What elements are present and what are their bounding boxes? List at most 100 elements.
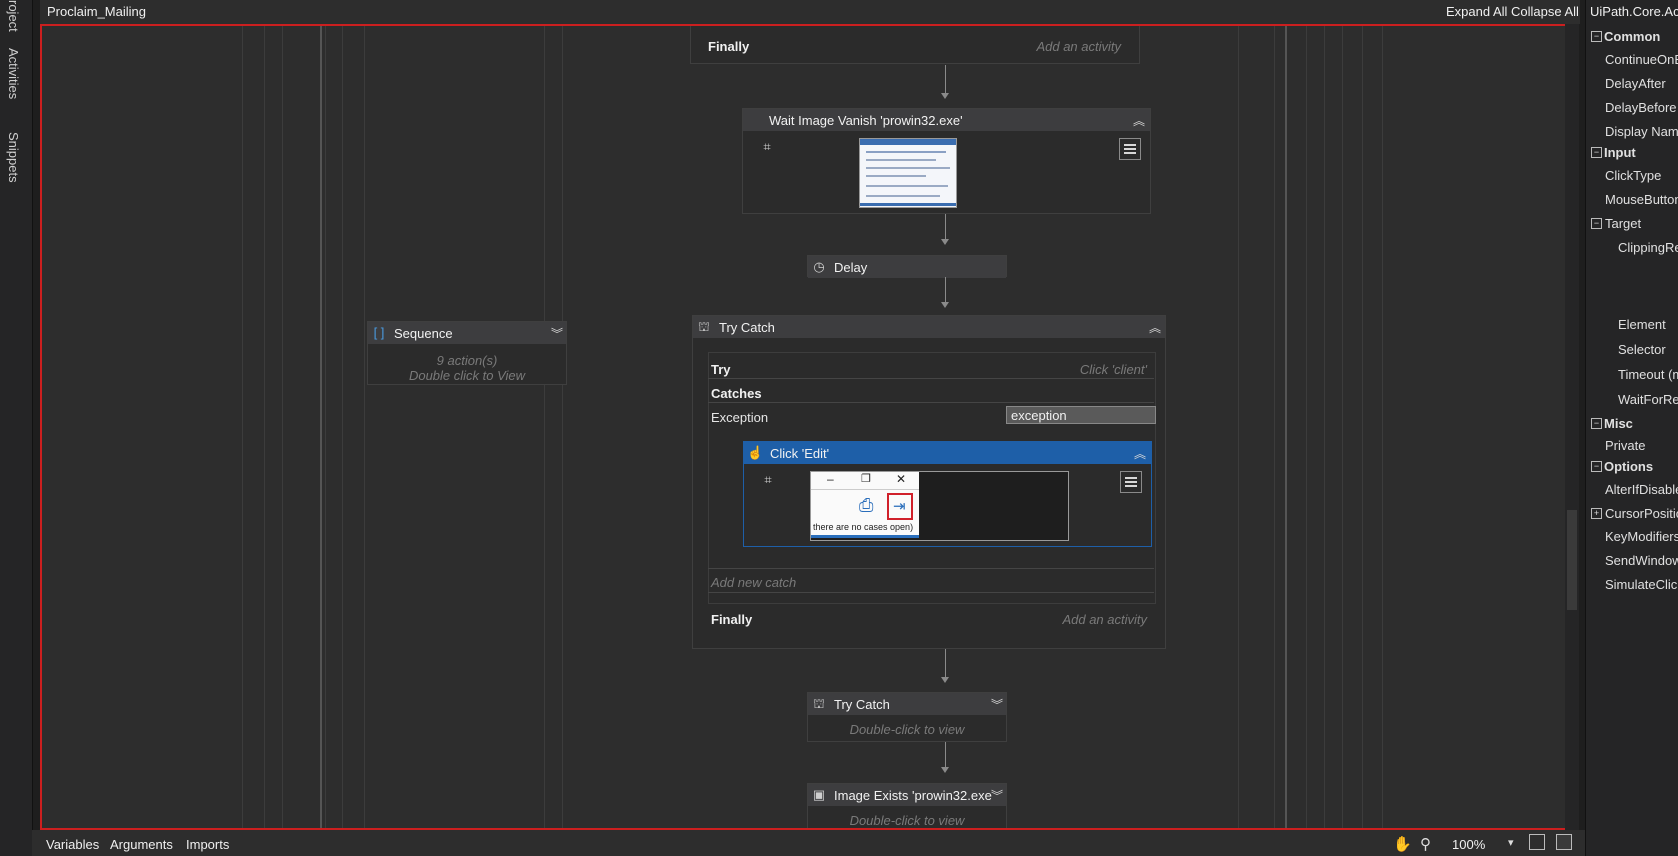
preview-caption: there are no cases open) — [813, 522, 914, 532]
collapse-box-icon[interactable]: − — [1591, 218, 1602, 229]
prop-row[interactable]: ClickType — [1590, 168, 1678, 192]
click-edit-activity[interactable]: ☝ Click 'Edit' ︽ ⌗ – ❐ ✕ ⎙ ⇥ there are n… — [743, 441, 1152, 547]
click-edit-header[interactable]: ☝ Click 'Edit' ︽ — [744, 442, 1151, 464]
image-preview — [859, 138, 957, 208]
pan-hand-icon[interactable]: ✋ — [1393, 835, 1412, 853]
finally-add-activity-hint[interactable]: Add an activity — [1062, 612, 1147, 627]
collapse-box-icon[interactable]: − — [1591, 31, 1602, 42]
tab-snippets[interactable]: Snippets — [6, 132, 21, 183]
prop-row[interactable]: Element — [1590, 317, 1678, 341]
collapse-box-icon[interactable]: − — [1591, 461, 1602, 472]
prop-category-options[interactable]: Options — [1590, 459, 1678, 483]
connector — [945, 277, 946, 304]
sequence-activity[interactable]: [ ] Sequence ︾ 9 action(s) Double click … — [367, 321, 567, 385]
prop-row[interactable]: ContinueOnEr — [1590, 52, 1678, 76]
prop-row[interactable]: Timeout (m — [1590, 367, 1678, 391]
collapse-chevron-icon[interactable]: ︽ — [1134, 445, 1146, 462]
tab-activities[interactable]: Activities — [6, 48, 21, 99]
sequence-header[interactable]: [ ] Sequence ︾ — [368, 322, 566, 344]
canvas-scrollbar-thumb[interactable] — [1567, 510, 1577, 610]
try-catch-activity-collapsed[interactable]: ⛫ Try Catch ︾ Double-click to view — [807, 692, 1007, 742]
delay-activity[interactable]: ◷ Delay — [807, 255, 1007, 278]
finally-label: Finally — [708, 39, 750, 54]
divider — [708, 568, 1154, 569]
try-catch-header[interactable]: ⛫ Try Catch ︽ — [693, 316, 1165, 338]
delay-title: Delay — [834, 260, 868, 275]
finally-block-top[interactable]: Finally Add an activity — [690, 26, 1140, 64]
designer-canvas[interactable]: [ ] Sequence ︾ 9 action(s) Double click … — [40, 24, 1579, 830]
nesting-line — [364, 26, 365, 828]
nesting-line — [562, 26, 563, 828]
exception-variable-field[interactable]: exception — [1006, 406, 1156, 424]
activity-menu-button[interactable] — [1120, 471, 1142, 493]
tab-project[interactable]: roject — [6, 0, 21, 32]
collapse-box-icon[interactable]: − — [1591, 418, 1602, 429]
printer-icon: ⎙ — [859, 495, 874, 515]
image-exists-header[interactable]: ▣ Image Exists 'prowin32.exe ︾ — [808, 784, 1006, 806]
designer-bottom-bar — [32, 830, 1585, 856]
prop-row[interactable]: ClippingReg — [1590, 240, 1678, 264]
prop-row[interactable]: AlterIfDisable — [1590, 482, 1678, 506]
prop-row[interactable]: Selector — [1590, 342, 1678, 366]
expand-chevron-icon[interactable]: ︾ — [991, 696, 1003, 713]
connector-arrow — [941, 767, 949, 773]
sequence-hint: Double click to View — [408, 368, 526, 383]
prop-row[interactable]: WaitForRea — [1590, 392, 1678, 416]
workflow-title: Proclaim_Mailing — [47, 4, 146, 19]
click-hand-icon: ☝ — [747, 445, 764, 460]
expand-chevron-icon[interactable]: ︾ — [551, 325, 563, 342]
image-exists-title: Image Exists 'prowin32.exe — [834, 788, 992, 803]
variables-tab[interactable]: Variables — [46, 837, 99, 852]
indicate-on-screen-icon[interactable]: ⌗ — [760, 472, 776, 488]
imports-tab[interactable]: Imports — [186, 837, 229, 852]
delay-header[interactable]: ◷ Delay — [808, 256, 1006, 278]
add-new-catch-link[interactable]: Add new catch — [711, 575, 796, 590]
prop-row[interactable]: KeyModifiers — [1590, 529, 1678, 553]
divider — [708, 378, 1154, 379]
prop-row[interactable]: SimulateClick — [1590, 577, 1678, 601]
prop-row[interactable]: DelayAfter — [1590, 76, 1678, 100]
prop-category-common[interactable]: Common — [1590, 29, 1678, 53]
expand-chevron-icon[interactable]: ︾ — [991, 787, 1003, 804]
prop-row-target[interactable]: Target — [1590, 216, 1678, 240]
prop-category-misc[interactable]: Misc — [1590, 416, 1678, 440]
canvas-scrollbar[interactable] — [1565, 24, 1579, 830]
fit-to-screen-icon[interactable] — [1529, 834, 1545, 850]
clock-icon: ◷ — [813, 259, 825, 274]
overview-icon[interactable] — [1556, 834, 1572, 850]
prop-row[interactable]: CursorPosition — [1590, 506, 1678, 530]
image-exists-activity[interactable]: ▣ Image Exists 'prowin32.exe ︾ Double-cl… — [807, 783, 1007, 828]
try-catch-2-header[interactable]: ⛫ Try Catch ︾ — [808, 693, 1006, 715]
indicate-on-screen-icon[interactable]: ⌗ — [759, 139, 775, 155]
arguments-tab[interactable]: Arguments — [110, 837, 173, 852]
connector — [945, 649, 946, 679]
add-activity-hint[interactable]: Add an activity — [1036, 39, 1121, 54]
try-hint[interactable]: Click 'client' — [1080, 362, 1147, 377]
try-catch-activity[interactable]: ⛫ Try Catch ︽ Try Click 'client' Catches… — [692, 315, 1166, 649]
minimize-icon: – — [827, 472, 834, 486]
zoom-search-icon[interactable]: ⚲ — [1420, 835, 1431, 853]
exit-icon: ⇥ — [893, 498, 906, 515]
properties-title: UiPath.Core.Activ — [1590, 4, 1678, 19]
try-catch-2-title: Try Catch — [834, 697, 890, 712]
collapse-chevron-icon[interactable]: ︽ — [1133, 112, 1145, 129]
wait-image-vanish-activity[interactable]: Wait Image Vanish 'prowin32.exe' ︽ ⌗ — [742, 108, 1151, 214]
collapse-box-icon[interactable]: − — [1591, 147, 1602, 158]
exception-label: Exception — [711, 410, 769, 425]
prop-category-input[interactable]: Input — [1590, 145, 1678, 169]
expand-box-icon[interactable]: + — [1591, 508, 1602, 519]
prop-row[interactable]: MouseButton — [1590, 192, 1678, 216]
collapse-all-link[interactable]: Collapse All — [1511, 4, 1579, 19]
wait-image-title: Wait Image Vanish 'prowin32.exe' — [769, 113, 963, 128]
collapse-chevron-icon[interactable]: ︽ — [1149, 319, 1161, 336]
try-catch-2-hint: Double-click to view — [849, 722, 965, 737]
prop-row[interactable]: DelayBefore — [1590, 100, 1678, 124]
wait-image-header[interactable]: Wait Image Vanish 'prowin32.exe' ︽ — [743, 109, 1150, 131]
expand-all-link[interactable]: Expand All — [1446, 4, 1507, 19]
nesting-line — [1342, 26, 1343, 828]
zoom-level[interactable]: 100% — [1452, 837, 1485, 852]
activity-menu-button[interactable] — [1119, 138, 1141, 160]
connector-arrow — [941, 677, 949, 683]
zoom-dropdown-chevron-icon[interactable]: ▾ — [1508, 836, 1514, 849]
prop-row[interactable]: SendWindowl — [1590, 553, 1678, 577]
